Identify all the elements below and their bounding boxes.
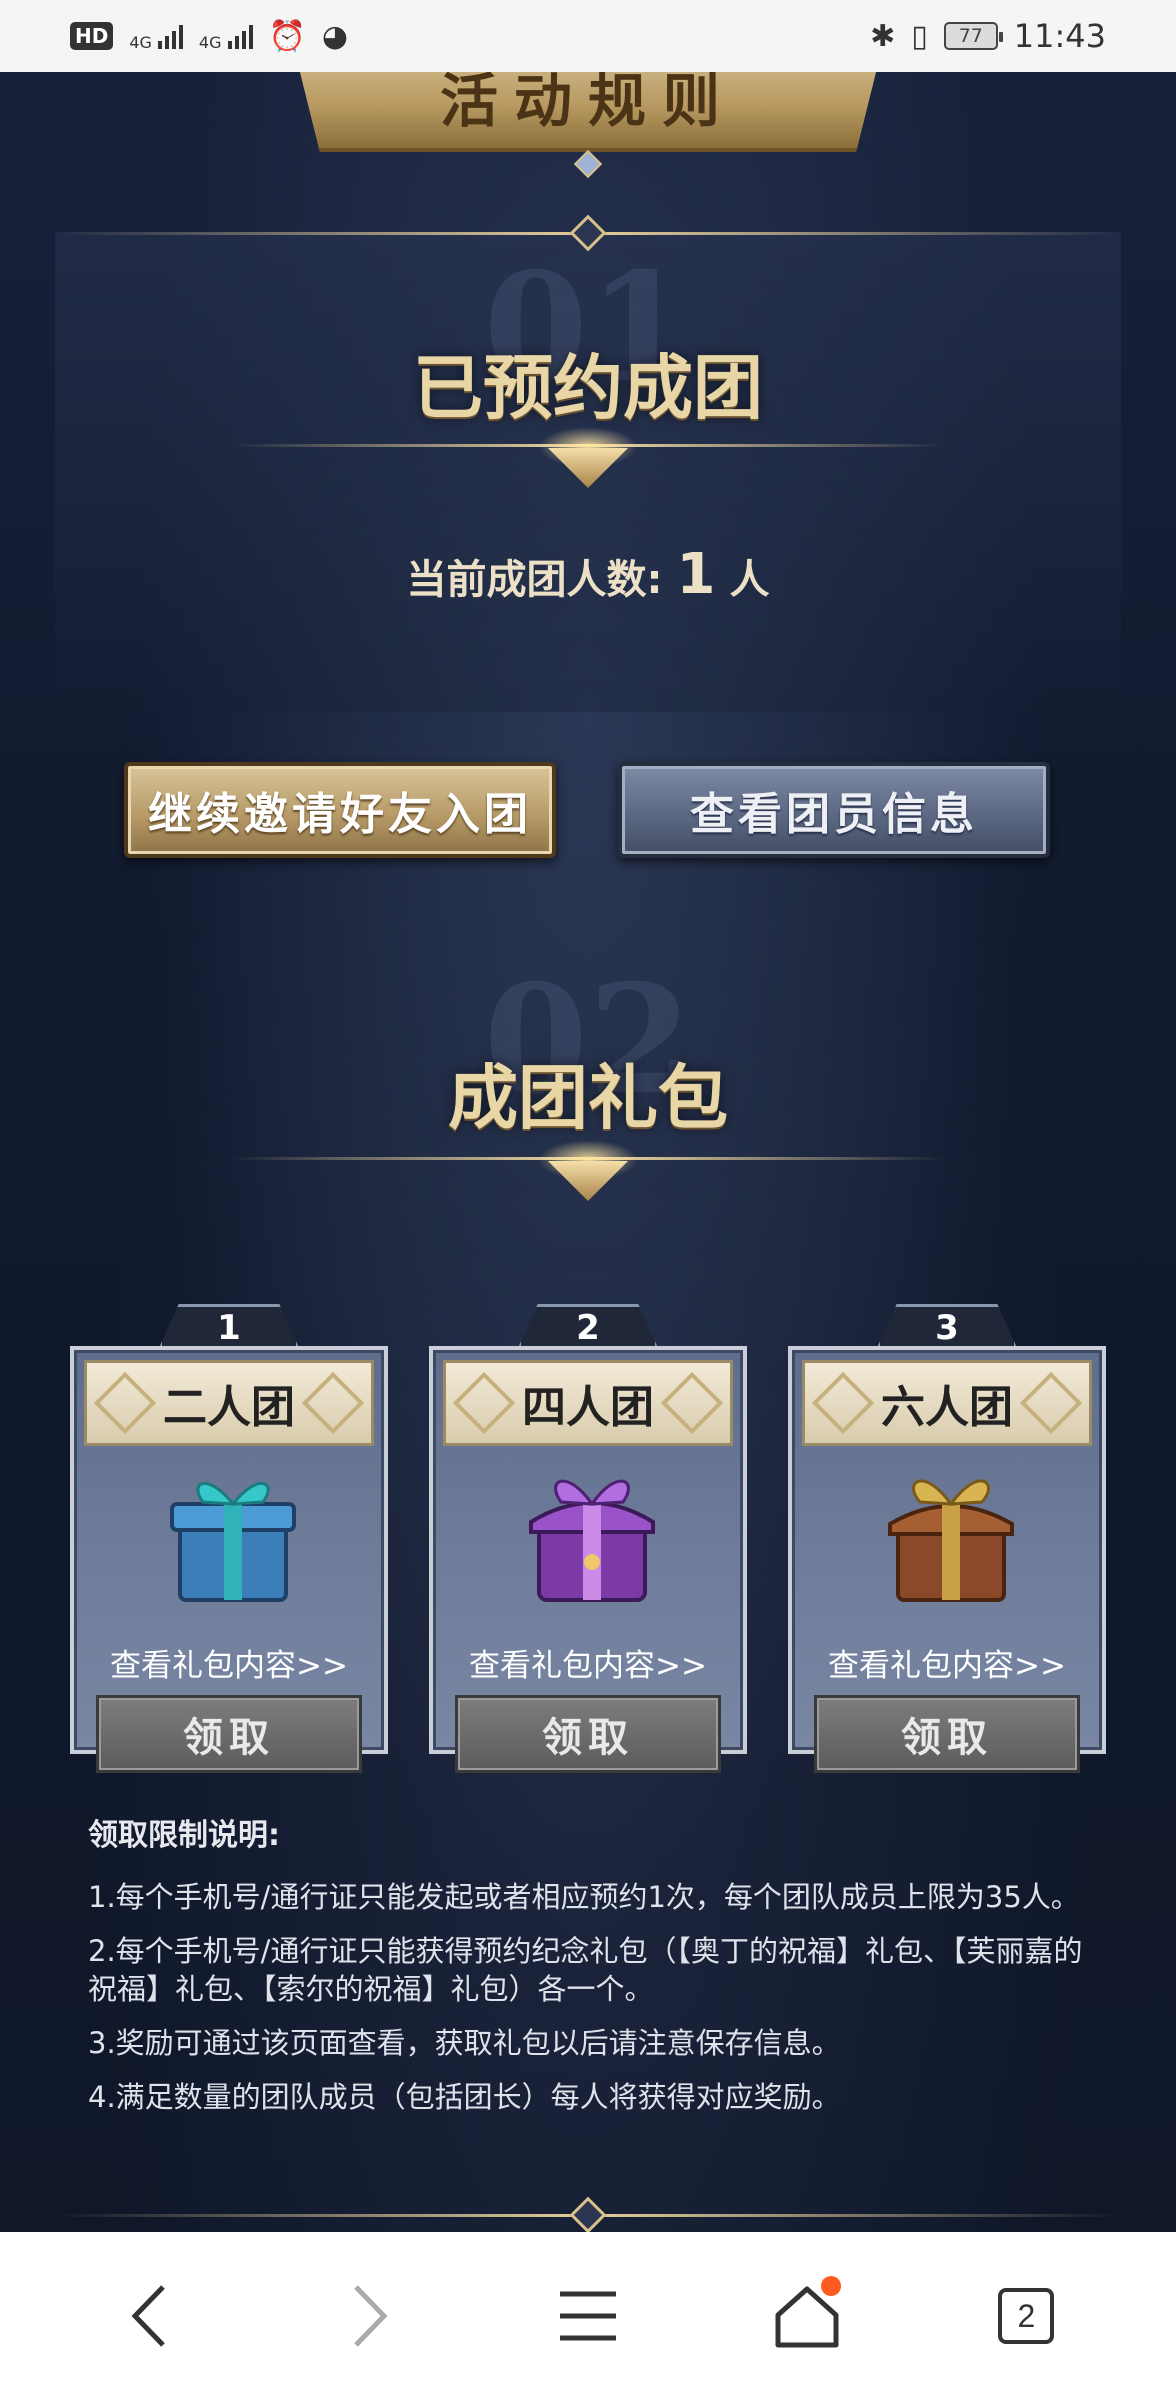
member-count-unit: 人 bbox=[729, 557, 770, 603]
view-gift-contents-link[interactable]: 查看礼包内容>> bbox=[792, 1640, 1102, 1685]
card-body: 四人团 查看礼包内容>> 领取 bbox=[429, 1346, 747, 1773]
claim-rules: 领取限制说明: 1.每个手机号/通行证只能发起或者相应预约1次，每个团队成员上限… bbox=[88, 1810, 1098, 2132]
status-bar: HD 4G 4G ⏰ ◕ ✱ ▯ 77 11:43 bbox=[0, 0, 1176, 72]
back-button[interactable] bbox=[90, 2256, 210, 2376]
tabs-button[interactable]: 2 bbox=[966, 2256, 1086, 2376]
card-index: 3 bbox=[877, 1304, 1017, 1348]
card-index: 2 bbox=[518, 1304, 658, 1348]
claim-button[interactable]: 领取 bbox=[814, 1695, 1080, 1773]
status-right: ✱ ▯ 77 11:43 bbox=[870, 17, 1106, 55]
battery-icon: 77 bbox=[943, 22, 1003, 50]
bluetooth-icon: ✱ bbox=[870, 18, 896, 54]
banner-gem-icon bbox=[573, 149, 603, 179]
card-body: 六人团 查看礼包内容>> 领取 bbox=[788, 1346, 1106, 1773]
ornament-icon bbox=[452, 1371, 516, 1435]
invite-friends-button[interactable]: 继续邀请好友入团 bbox=[124, 762, 556, 858]
section-2-title: 成团礼包 bbox=[448, 1056, 728, 1139]
claim-button[interactable]: 领取 bbox=[96, 1695, 362, 1773]
browser-nav-bar: 2 bbox=[0, 2232, 1176, 2400]
rules-banner[interactable]: 活动规则 bbox=[290, 72, 886, 152]
view-members-button[interactable]: 查看团员信息 bbox=[618, 762, 1050, 858]
claim-rule-item: 1.每个手机号/通行证只能发起或者相应预约1次，每个团队成员上限为35人。 bbox=[88, 1880, 1080, 1914]
gift-card-4p: 2 四人团 查看礼包内容>> 领取 bbox=[429, 1304, 747, 1773]
clock: 11:43 bbox=[1013, 17, 1106, 55]
signal-icon bbox=[227, 23, 253, 49]
member-count-value: 1 bbox=[676, 542, 716, 607]
card-body: 二人团 查看礼包内容>> 领取 bbox=[70, 1346, 388, 1773]
claim-rule-item: 3.奖励可通过该页面查看，获取礼包以后请注意保存信息。 bbox=[88, 2026, 841, 2060]
home-button[interactable] bbox=[747, 2256, 867, 2376]
back-icon bbox=[131, 2285, 165, 2347]
forward-button[interactable] bbox=[309, 2256, 429, 2376]
divider-diamond-icon bbox=[569, 2196, 607, 2232]
signal-icon bbox=[157, 23, 183, 49]
menu-icon bbox=[559, 2291, 616, 2341]
card-title: 六人团 bbox=[802, 1360, 1092, 1446]
status-left: HD 4G 4G ⏰ ◕ bbox=[70, 19, 348, 54]
gift-box-icon bbox=[170, 1482, 296, 1602]
ornament-icon bbox=[811, 1371, 875, 1435]
ornament-icon bbox=[93, 1371, 157, 1435]
claim-button[interactable]: 领取 bbox=[455, 1695, 721, 1773]
claim-rules-heading: 领取限制说明: bbox=[88, 1818, 280, 1853]
ornament-icon bbox=[301, 1371, 365, 1435]
view-gift-contents-link[interactable]: 查看礼包内容>> bbox=[433, 1640, 743, 1685]
menu-button[interactable] bbox=[528, 2256, 648, 2376]
globe-icon: ◕ bbox=[321, 18, 349, 54]
card-title-text: 四人团 bbox=[522, 1382, 654, 1433]
card-index: 1 bbox=[159, 1304, 299, 1348]
network-type-1: 4G bbox=[129, 32, 152, 52]
gift-box-icon bbox=[888, 1479, 1014, 1602]
section-1-title: 已预约成团 bbox=[413, 346, 763, 429]
vibrate-icon: ▯ bbox=[911, 18, 928, 54]
gift-card-6p: 3 六人团 查看礼包内容>> 领取 bbox=[788, 1304, 1106, 1773]
tabs-icon: 2 bbox=[998, 2288, 1055, 2344]
card-title: 四人团 bbox=[443, 1360, 733, 1446]
network-type-2: 4G bbox=[198, 32, 222, 52]
view-gift-contents-link[interactable]: 查看礼包内容>> bbox=[74, 1640, 384, 1685]
card-title: 二人团 bbox=[84, 1360, 374, 1446]
member-count: 当前成团人数: 1 人 bbox=[0, 542, 1176, 607]
title-chevron-icon bbox=[548, 1161, 628, 1201]
card-title-text: 二人团 bbox=[163, 1382, 295, 1433]
ornament-icon bbox=[1019, 1371, 1083, 1435]
member-count-label: 当前成团人数: bbox=[406, 557, 663, 603]
gift-box-icon bbox=[529, 1479, 655, 1602]
event-page: 活动规则 01 已预约成团 当前成团人数: 1 人 继续邀请好友入团 查看团员信息 … bbox=[0, 72, 1176, 2232]
ornament-icon bbox=[660, 1371, 724, 1435]
claim-rule-item: 2.每个手机号/通行证只能获得预约纪念礼包（【奥丁的祝福】礼包、【芙丽嘉的祝福】… bbox=[88, 1934, 1083, 2006]
claim-rule-item: 4.满足数量的团队成员（包括团长）每人将获得对应奖励。 bbox=[88, 2080, 841, 2114]
hd-indicator: HD bbox=[70, 22, 114, 50]
rules-banner-label: 活动规则 bbox=[439, 72, 736, 135]
alarm-icon: ⏰ bbox=[268, 18, 306, 54]
forward-icon bbox=[353, 2285, 388, 2347]
card-title-text: 六人团 bbox=[881, 1382, 1013, 1433]
gift-card-2p: 1 二人团 查看礼包内容>> 领取 bbox=[70, 1304, 388, 1773]
